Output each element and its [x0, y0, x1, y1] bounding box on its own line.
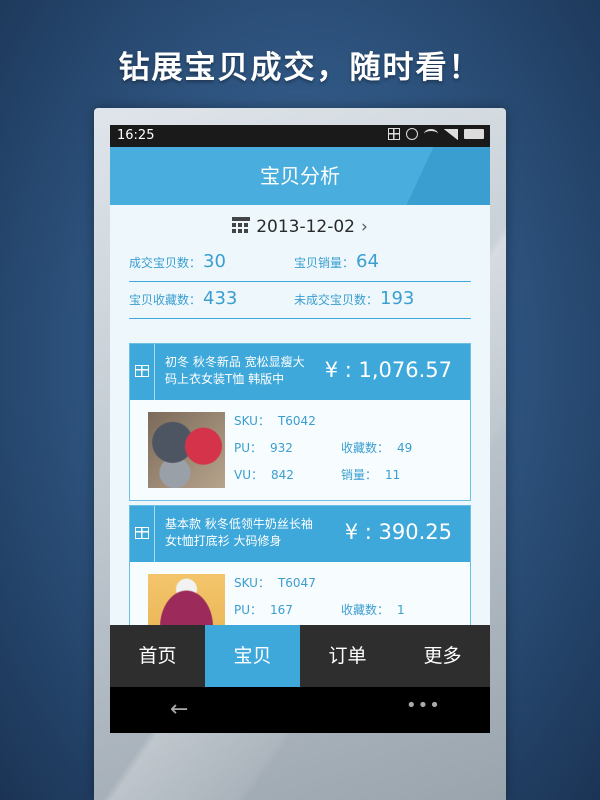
status-time: 16:25 — [117, 128, 155, 143]
product-price: ¥ : 390.25 — [344, 520, 452, 544]
date-selector[interactable]: 2013-12-02 › — [110, 213, 490, 241]
product-favorites: 收藏数： 49 — [341, 441, 413, 455]
gift-icon — [135, 365, 149, 377]
product-thumbnail[interactable] — [148, 412, 225, 488]
page-title: 宝贝分析 — [260, 164, 340, 188]
qr-icon — [388, 128, 400, 140]
title-bar: 宝贝分析 — [110, 147, 490, 205]
system-nav-bar: ← ••• — [110, 687, 490, 733]
date-value[interactable]: 2013-12-02 — [256, 217, 355, 237]
signal-icon — [444, 128, 458, 140]
nav-products[interactable]: 宝贝 — [205, 625, 300, 687]
alarm-icon — [406, 128, 418, 140]
calendar-icon[interactable] — [232, 217, 251, 234]
gift-icon — [135, 527, 149, 539]
product-sku: SKU： T6042 — [234, 414, 316, 428]
promo-headline: 钻展宝贝成交，随时看！ — [118, 50, 482, 86]
product-card[interactable]: 基本款 秋冬低领牛奶丝长袖女t恤打底衫 大码修身 ¥ : 390.25 SKU：… — [129, 505, 471, 635]
product-sku: SKU： T6047 — [234, 576, 316, 590]
product-vu: VU： 842 — [234, 468, 294, 482]
product-pu: PU： 932 — [234, 441, 293, 455]
stat-deals: 成交宝贝数： 30 — [129, 251, 226, 272]
bottom-nav: 首页 宝贝 订单 更多 — [110, 625, 490, 687]
stats-row: 宝贝收藏数： 433 未成交宝贝数： 193 — [129, 282, 471, 319]
gift-cell — [130, 506, 155, 562]
status-bar: 16:25 — [110, 125, 490, 147]
stat-unsold: 未成交宝贝数： 193 — [294, 288, 415, 309]
nav-home[interactable]: 首页 — [110, 625, 205, 687]
title-bar-accent — [406, 147, 490, 205]
stat-favorites: 宝贝收藏数： 433 — [129, 288, 238, 309]
product-title: 基本款 秋冬低领牛奶丝长袖女t恤打底衫 大码修身 — [165, 517, 313, 548]
product-pu: PU： 167 — [234, 603, 293, 617]
product-title: 初冬 秋冬新品 宽松显瘦大码上衣女装T恤 韩版中 — [165, 355, 305, 386]
product-price: ¥ : 1,076.57 — [324, 358, 452, 382]
product-card-body: SKU： T6042 PU： 932 收藏数： 49 VU： 842 销量： 11 — [130, 400, 470, 500]
product-card-header[interactable]: 基本款 秋冬低领牛奶丝长袖女t恤打底衫 大码修身 ¥ : 390.25 — [130, 506, 470, 562]
wifi-icon — [424, 129, 438, 139]
chevron-right-icon[interactable]: › — [361, 213, 368, 241]
status-icons — [388, 128, 484, 140]
product-card[interactable]: 初冬 秋冬新品 宽松显瘦大码上衣女装T恤 韩版中 ¥ : 1,076.57 SK… — [129, 343, 471, 501]
back-arrow-icon[interactable]: ← — [170, 699, 188, 721]
product-card-header[interactable]: 初冬 秋冬新品 宽松显瘦大码上衣女装T恤 韩版中 ¥ : 1,076.57 — [130, 344, 470, 400]
nav-orders[interactable]: 订单 — [300, 625, 395, 687]
gift-cell — [130, 344, 155, 400]
stats-summary: 成交宝贝数： 30 宝贝销量： 64 宝贝收藏数： 433 未成交宝贝数： 193 — [129, 245, 471, 319]
stats-row: 成交宝贝数： 30 宝贝销量： 64 — [129, 245, 471, 282]
stat-sales: 宝贝销量： 64 — [294, 251, 379, 272]
battery-icon — [464, 129, 484, 139]
phone-screen: 16:25 宝贝分析 2013-12-02 › 成交宝贝数： 30 宝贝销量： 64 … — [110, 125, 490, 733]
product-sales: 销量： 11 — [341, 468, 401, 482]
nav-more[interactable]: 更多 — [395, 625, 490, 687]
product-favorites: 收藏数： 1 — [341, 603, 405, 617]
menu-dots-icon[interactable]: ••• — [406, 695, 441, 716]
